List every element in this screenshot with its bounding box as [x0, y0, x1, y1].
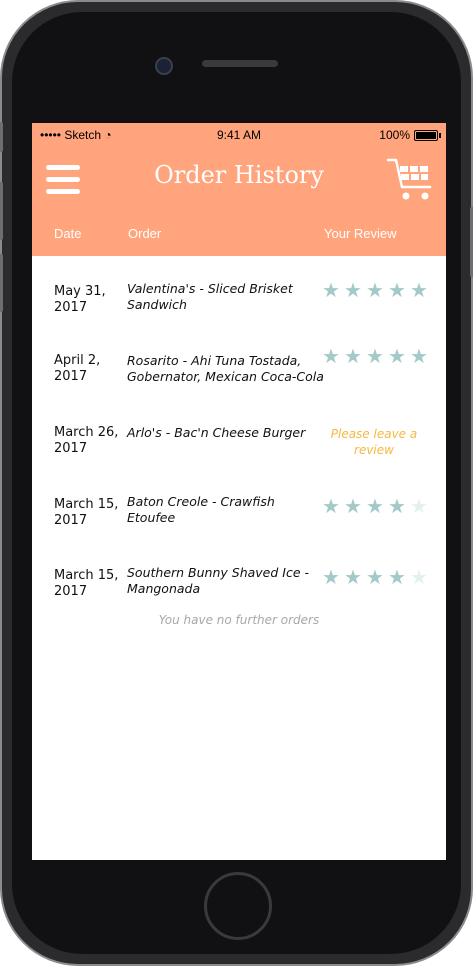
star-icon[interactable]: ★ [366, 346, 384, 366]
star-icon[interactable]: ★ [410, 346, 428, 366]
star-icon[interactable]: ★ [388, 280, 406, 300]
order-date: April 2, 2017 [54, 353, 101, 384]
leave-review-link[interactable]: Please leave a review [324, 426, 424, 458]
star-icon[interactable]: ★ [344, 567, 362, 587]
battery-percent: 100% [379, 128, 410, 142]
star-rating[interactable]: ★ ★ ★ ★ ★ [322, 346, 432, 366]
star-icon[interactable]: ★ [322, 280, 340, 300]
star-icon[interactable]: ★ [410, 280, 428, 300]
column-header-review: Your Review [324, 226, 397, 241]
volume-down-button [0, 254, 3, 312]
mute-switch [0, 122, 3, 152]
no-more-orders-note: You have no further orders [158, 613, 320, 627]
status-bar: ••••• Sketch ◔ 9:41 AM 100% [32, 123, 446, 147]
page-title: Order History [154, 161, 324, 189]
star-icon[interactable]: ★ [388, 496, 406, 516]
battery-icon [414, 130, 441, 141]
star-icon[interactable]: ★ [366, 280, 384, 300]
phone-frame: ••••• Sketch ◔ 9:41 AM 100% Order Histor… [0, 0, 473, 966]
star-icon[interactable]: ★ [410, 567, 428, 587]
app-screen: ••••• Sketch ◔ 9:41 AM 100% Order Histor… [32, 123, 446, 860]
star-icon[interactable]: ★ [322, 567, 340, 587]
order-date: March 26, 2017 [54, 425, 119, 456]
star-icon[interactable]: ★ [344, 496, 362, 516]
front-camera [155, 57, 173, 75]
star-icon[interactable]: ★ [322, 346, 340, 366]
star-rating[interactable]: ★ ★ ★ ★ ★ [322, 280, 432, 300]
star-icon[interactable]: ★ [344, 280, 362, 300]
star-icon[interactable]: ★ [344, 346, 362, 366]
star-icon[interactable]: ★ [366, 567, 384, 587]
star-icon[interactable]: ★ [366, 496, 384, 516]
order-date: March 15, 2017 [54, 497, 119, 528]
star-icon[interactable]: ★ [388, 346, 406, 366]
earpiece-speaker [202, 60, 278, 67]
star-icon[interactable]: ★ [388, 567, 406, 587]
column-header-date: Date [54, 226, 82, 241]
app-header: ••••• Sketch ◔ 9:41 AM 100% Order Histor… [32, 123, 446, 256]
order-date: May 31, 2017 [54, 284, 106, 315]
shopping-cart-icon[interactable] [386, 157, 436, 203]
home-button[interactable] [204, 872, 272, 940]
star-rating[interactable]: ★ ★ ★ ★ ★ [322, 567, 432, 587]
order-description: Southern Bunny Shaved Ice - Mangonada [127, 565, 310, 596]
star-icon[interactable]: ★ [322, 496, 340, 516]
order-date: March 15, 2017 [54, 568, 119, 599]
star-icon[interactable]: ★ [410, 496, 428, 516]
order-description: Rosarito - Ahi Tuna Tostada, Gobernator, … [127, 353, 324, 384]
volume-up-button [0, 182, 3, 240]
order-description: Valentina's - Sliced Brisket Sandwich [127, 281, 293, 312]
order-description: Baton Creole - Crawfish Etoufee [127, 494, 275, 525]
order-description: Arlo's - Bac'n Cheese Burger [127, 425, 306, 440]
star-rating[interactable]: ★ ★ ★ ★ ★ [322, 496, 432, 516]
column-header-order: Order [128, 226, 162, 241]
